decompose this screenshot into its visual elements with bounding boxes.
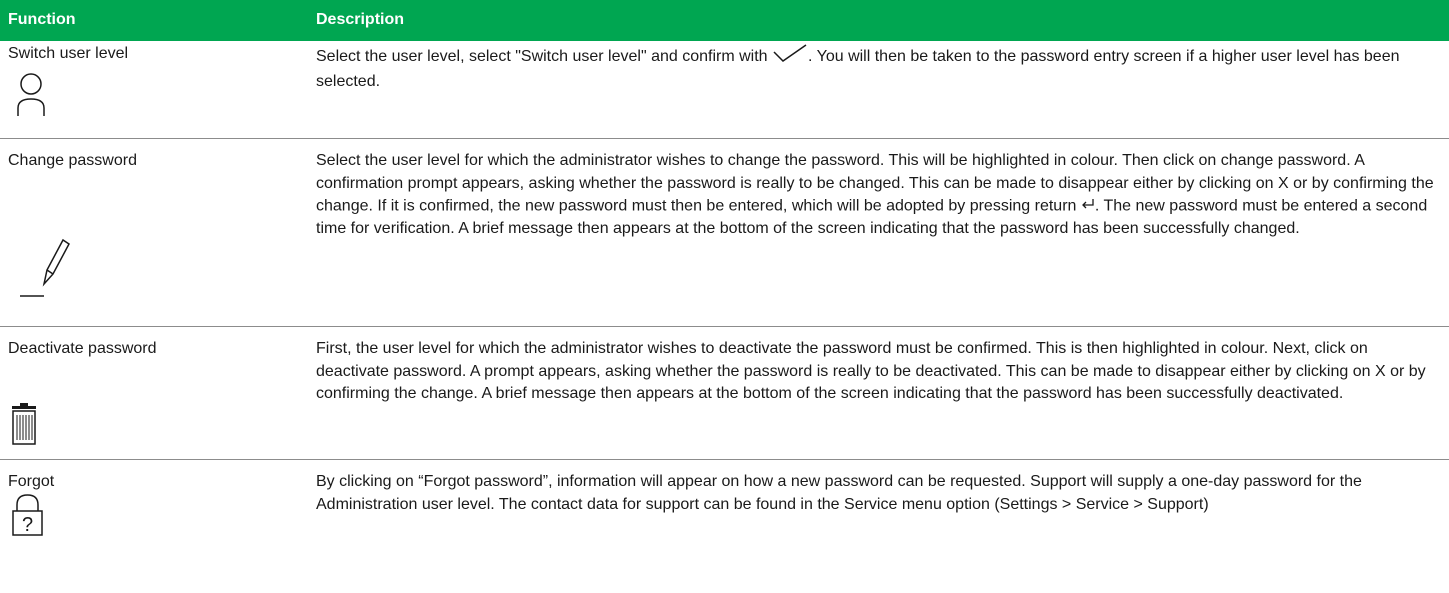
function-label: Forgot — [8, 473, 55, 490]
function-label: Switch user level — [8, 45, 129, 62]
return-icon — [1081, 195, 1095, 218]
header-description: Description — [316, 11, 405, 28]
table-row: Deactivate password First, the user leve… — [0, 326, 1449, 460]
function-label: Deactivate password — [8, 340, 157, 357]
description-text: Select the user level, select "Switch us… — [316, 47, 768, 65]
lock-question-icon: ? — [12, 493, 44, 543]
header-function: Function — [8, 11, 76, 28]
user-icon — [17, 71, 49, 117]
function-label: Change password — [8, 152, 137, 169]
table-header: Function Description — [0, 0, 1449, 41]
function-description: Select the user level, select "Switch us… — [316, 43, 1434, 93]
function-description: By clicking on “Forgot password”, inform… — [316, 473, 1362, 513]
check-icon — [772, 43, 808, 71]
trash-icon — [11, 403, 37, 445]
svg-text:?: ? — [22, 514, 33, 536]
function-description: Select the user level for which the admi… — [316, 150, 1434, 240]
function-description: First, the user level for which the admi… — [316, 340, 1426, 402]
table-row: Forgot ? By clicking on “Forgot password… — [0, 459, 1449, 593]
table-row: Change password Select the user level fo… — [0, 138, 1449, 327]
table-row: Switch user level Select the user level,… — [0, 41, 1449, 139]
pencil-icon — [20, 220, 72, 300]
